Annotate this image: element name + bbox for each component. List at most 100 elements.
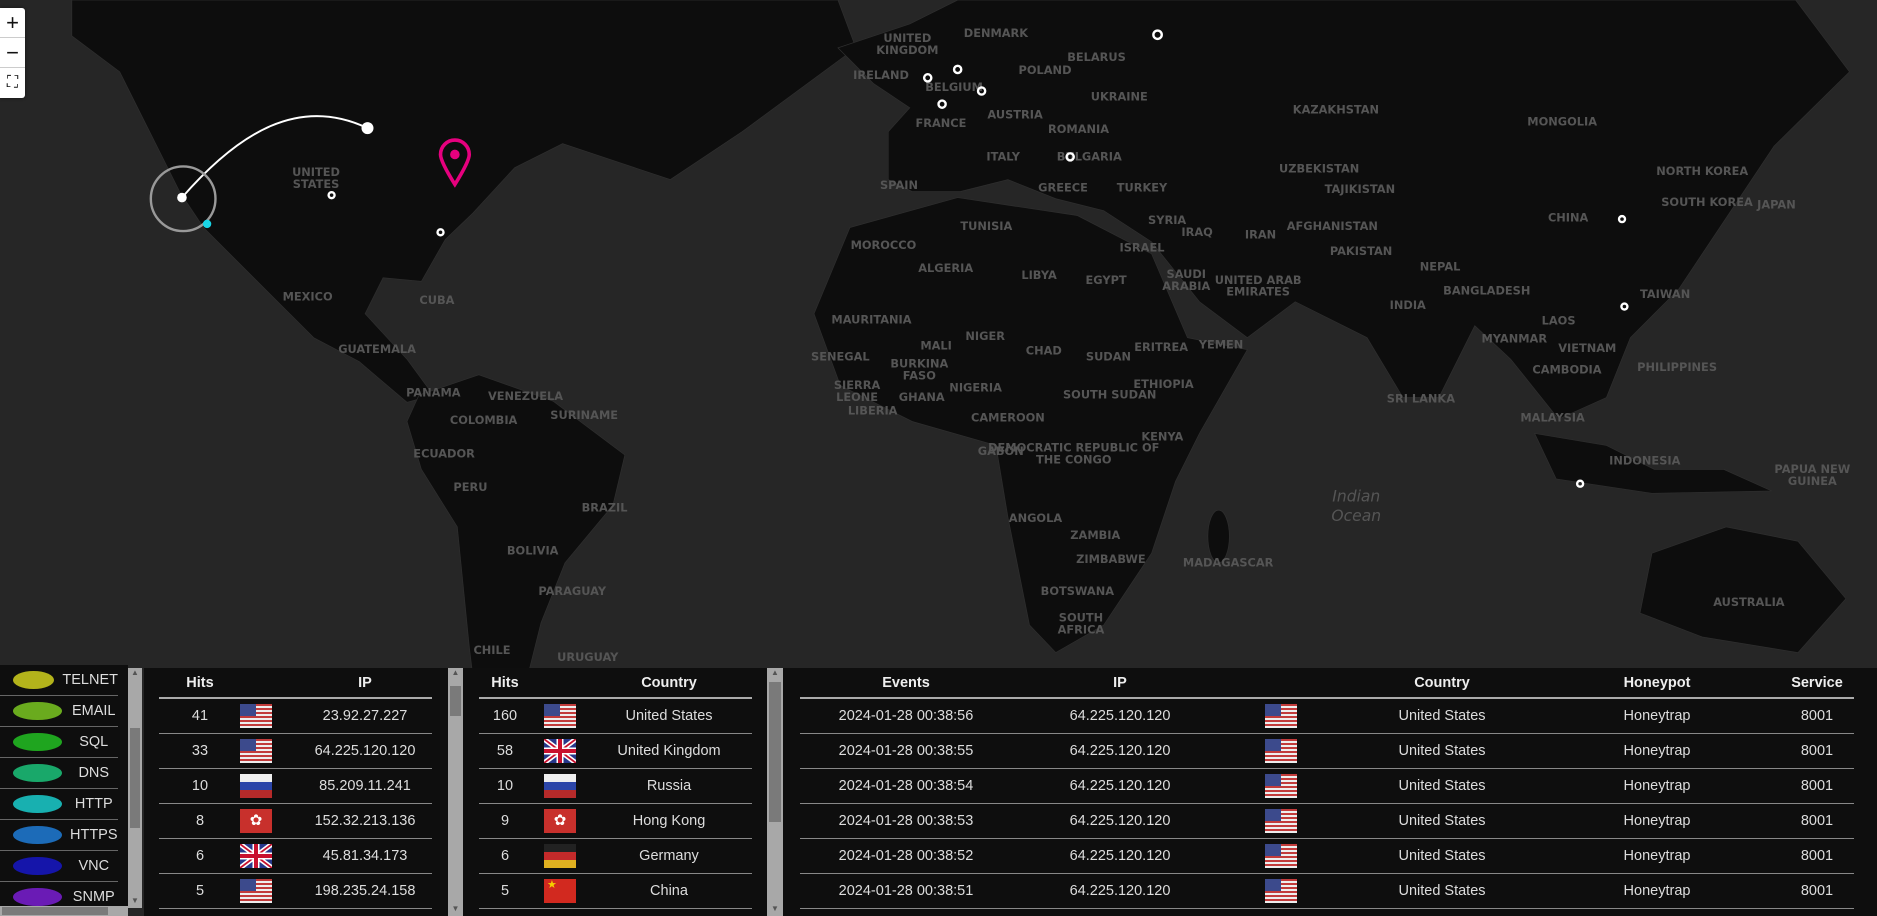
table-row[interactable]: 2024-01-28 00:38:52 64.225.120.120 United … [800,839,1854,874]
service-color-dot-icon [13,826,62,844]
zoom-out-button[interactable]: − [0,38,25,68]
service-color-dot-icon [13,671,55,689]
map-country-label: GUATEMALA [338,342,416,356]
map-country-label: MADAGASCAR [1183,555,1274,569]
map-country-label: ZAMBIA [1070,528,1120,542]
table-row[interactable]: 58 United Kingdom [479,734,752,769]
live-events-panel: Events IP Country Honeypot Service 2024-… [783,668,1877,916]
table-row[interactable]: 160 United States [479,699,752,734]
legend-item-vnc[interactable]: VNC [0,851,118,882]
map-country-label: CHILE [473,643,510,657]
map-country-label: DENMARK [964,26,1030,40]
honeypot-cell: Honeytrap [1623,743,1691,759]
flag-cn-icon: ★ [544,879,576,903]
map-country-label: SOUTH AFRICA [1058,610,1105,636]
legend-horizontal-scrollbar[interactable] [0,906,128,916]
honeypot-cell: Honeytrap [1623,813,1691,829]
hits-cell: 33 [191,743,209,759]
ip-table-scrollbar[interactable]: ▲ ▼ [448,668,463,916]
map-country-label: ISRAEL [1120,240,1165,254]
map-ocean-label: Ocean [1331,507,1381,525]
map-country-label: SRI LANKA [1387,391,1455,405]
country-cell: China [650,883,688,899]
hits-cell: 58 [496,743,514,759]
map-country-label: ECUADOR [413,446,475,460]
map-country-label: MAURITANIA [831,312,911,326]
map-country-label: BELARUS [1067,50,1126,64]
legend-item-dns[interactable]: DNS [0,758,118,789]
map-country-label: UKRAINE [1091,90,1148,104]
map-country-label: MALAYSIA [1520,410,1585,424]
ip-cell: 64.225.120.120 [1069,848,1171,864]
map-country-label: POLAND [1019,63,1072,77]
map-country-label: PAKISTAN [1330,244,1392,258]
map-country-label: LAOS [1542,313,1576,327]
legend-item-http[interactable]: HTTP [0,789,118,820]
map-country-label: BRAZIL [582,500,628,514]
table-row[interactable]: 33 64.225.120.120 [159,734,432,769]
legend-item-sql[interactable]: SQL [0,727,118,758]
table-row[interactable]: 10 85.209.11.241 [159,769,432,804]
flag-ru-icon [240,774,272,798]
country-header: Country [641,674,697,691]
service-cell: 8001 [1800,883,1834,899]
service-cell: 8001 [1800,778,1834,794]
ip-cell: 85.209.11.241 [319,778,411,794]
country-cell: Germany [639,848,699,864]
map-country-label: ROMANIA [1048,122,1109,136]
table-row[interactable]: 2024-01-28 00:38:55 64.225.120.120 United … [800,734,1854,769]
table-row[interactable]: 2024-01-28 00:38:53 64.225.120.120 United … [800,804,1854,839]
events-table-header: Events IP Country Honeypot Service [800,668,1854,699]
event-time-cell: 2024-01-28 00:38:55 [838,743,974,759]
map-country-label: BOTSWANA [1041,584,1115,598]
table-row[interactable]: 2024-01-28 00:38:54 64.225.120.120 United … [800,769,1854,804]
flag-hk-icon: ✿ [544,809,576,833]
top-ips-panel: Hits IP 41 23.92.27.227 33 64.225.120.120 10… [144,668,448,916]
legend-scrollbar[interactable]: ▲ ▼ [128,668,142,908]
table-row[interactable]: 9 ✿ Hong Kong [479,804,752,839]
table-row[interactable]: 6 45.81.34.173 [159,839,432,874]
legend-item-email[interactable]: EMAIL [0,696,118,727]
service-color-dot-icon [13,857,62,875]
table-row[interactable]: 41 23.92.27.227 [159,699,432,734]
table-row[interactable]: 5 198.235.24.158 [159,874,432,909]
map-country-label: MEXICO [283,290,333,304]
flag-us-icon [1265,809,1297,833]
map-country-label: BOLIVIA [507,543,559,557]
flag-us-icon [1265,844,1297,868]
table-row[interactable]: 2024-01-28 00:38:56 64.225.120.120 United … [800,699,1854,734]
fullscreen-button[interactable]: ⛶ [0,68,25,98]
hits-cell: 10 [496,778,514,794]
country-table-scrollbar[interactable]: ▲ ▼ [767,668,783,916]
event-time-cell: 2024-01-28 00:38:52 [838,848,974,864]
hits-cell: 10 [191,778,209,794]
map-country-label: ZIMBABWE [1076,552,1146,566]
table-row[interactable]: 10 Russia [479,769,752,804]
map-country-label: INDONESIA [1609,454,1680,468]
map-country-label: INDIA [1390,298,1426,312]
legend-item-https[interactable]: HTTPS [0,820,118,851]
flag-us-icon [240,704,272,728]
table-row[interactable]: 2024-01-28 00:38:51 64.225.120.120 United … [800,874,1854,909]
ip-cell: 64.225.120.120 [314,743,416,759]
table-row[interactable]: 6 Germany [479,839,752,874]
attack-source-dot [177,192,187,203]
map-country-label: PERU [453,480,487,494]
map-country-label: CHAD [1026,343,1062,357]
table-row[interactable]: 8 ✿ 152.32.213.136 [159,804,432,839]
ip-cell: 198.235.24.158 [314,883,416,899]
map-country-label: AUSTRALIA [1713,595,1785,609]
map-country-label: AUSTRIA [987,108,1043,122]
legend-item-telnet[interactable]: TELNET [0,665,118,696]
flag-hk-icon: ✿ [240,809,272,833]
map-country-label: LIBYA [1021,268,1057,282]
table-row[interactable]: 5 ★ China [479,874,752,909]
map-country-label: CAMBODIA [1532,363,1601,377]
map-country-label: UZBEKISTAN [1279,161,1359,175]
top-countries-panel: Hits Country 160 United States 58 United Ki… [463,668,767,916]
service-color-dot-icon [13,795,62,813]
flag-us-icon [544,704,576,728]
flag-gb-icon [544,739,576,763]
zoom-in-button[interactable]: + [0,8,25,38]
country-cell: United States [1398,848,1486,864]
